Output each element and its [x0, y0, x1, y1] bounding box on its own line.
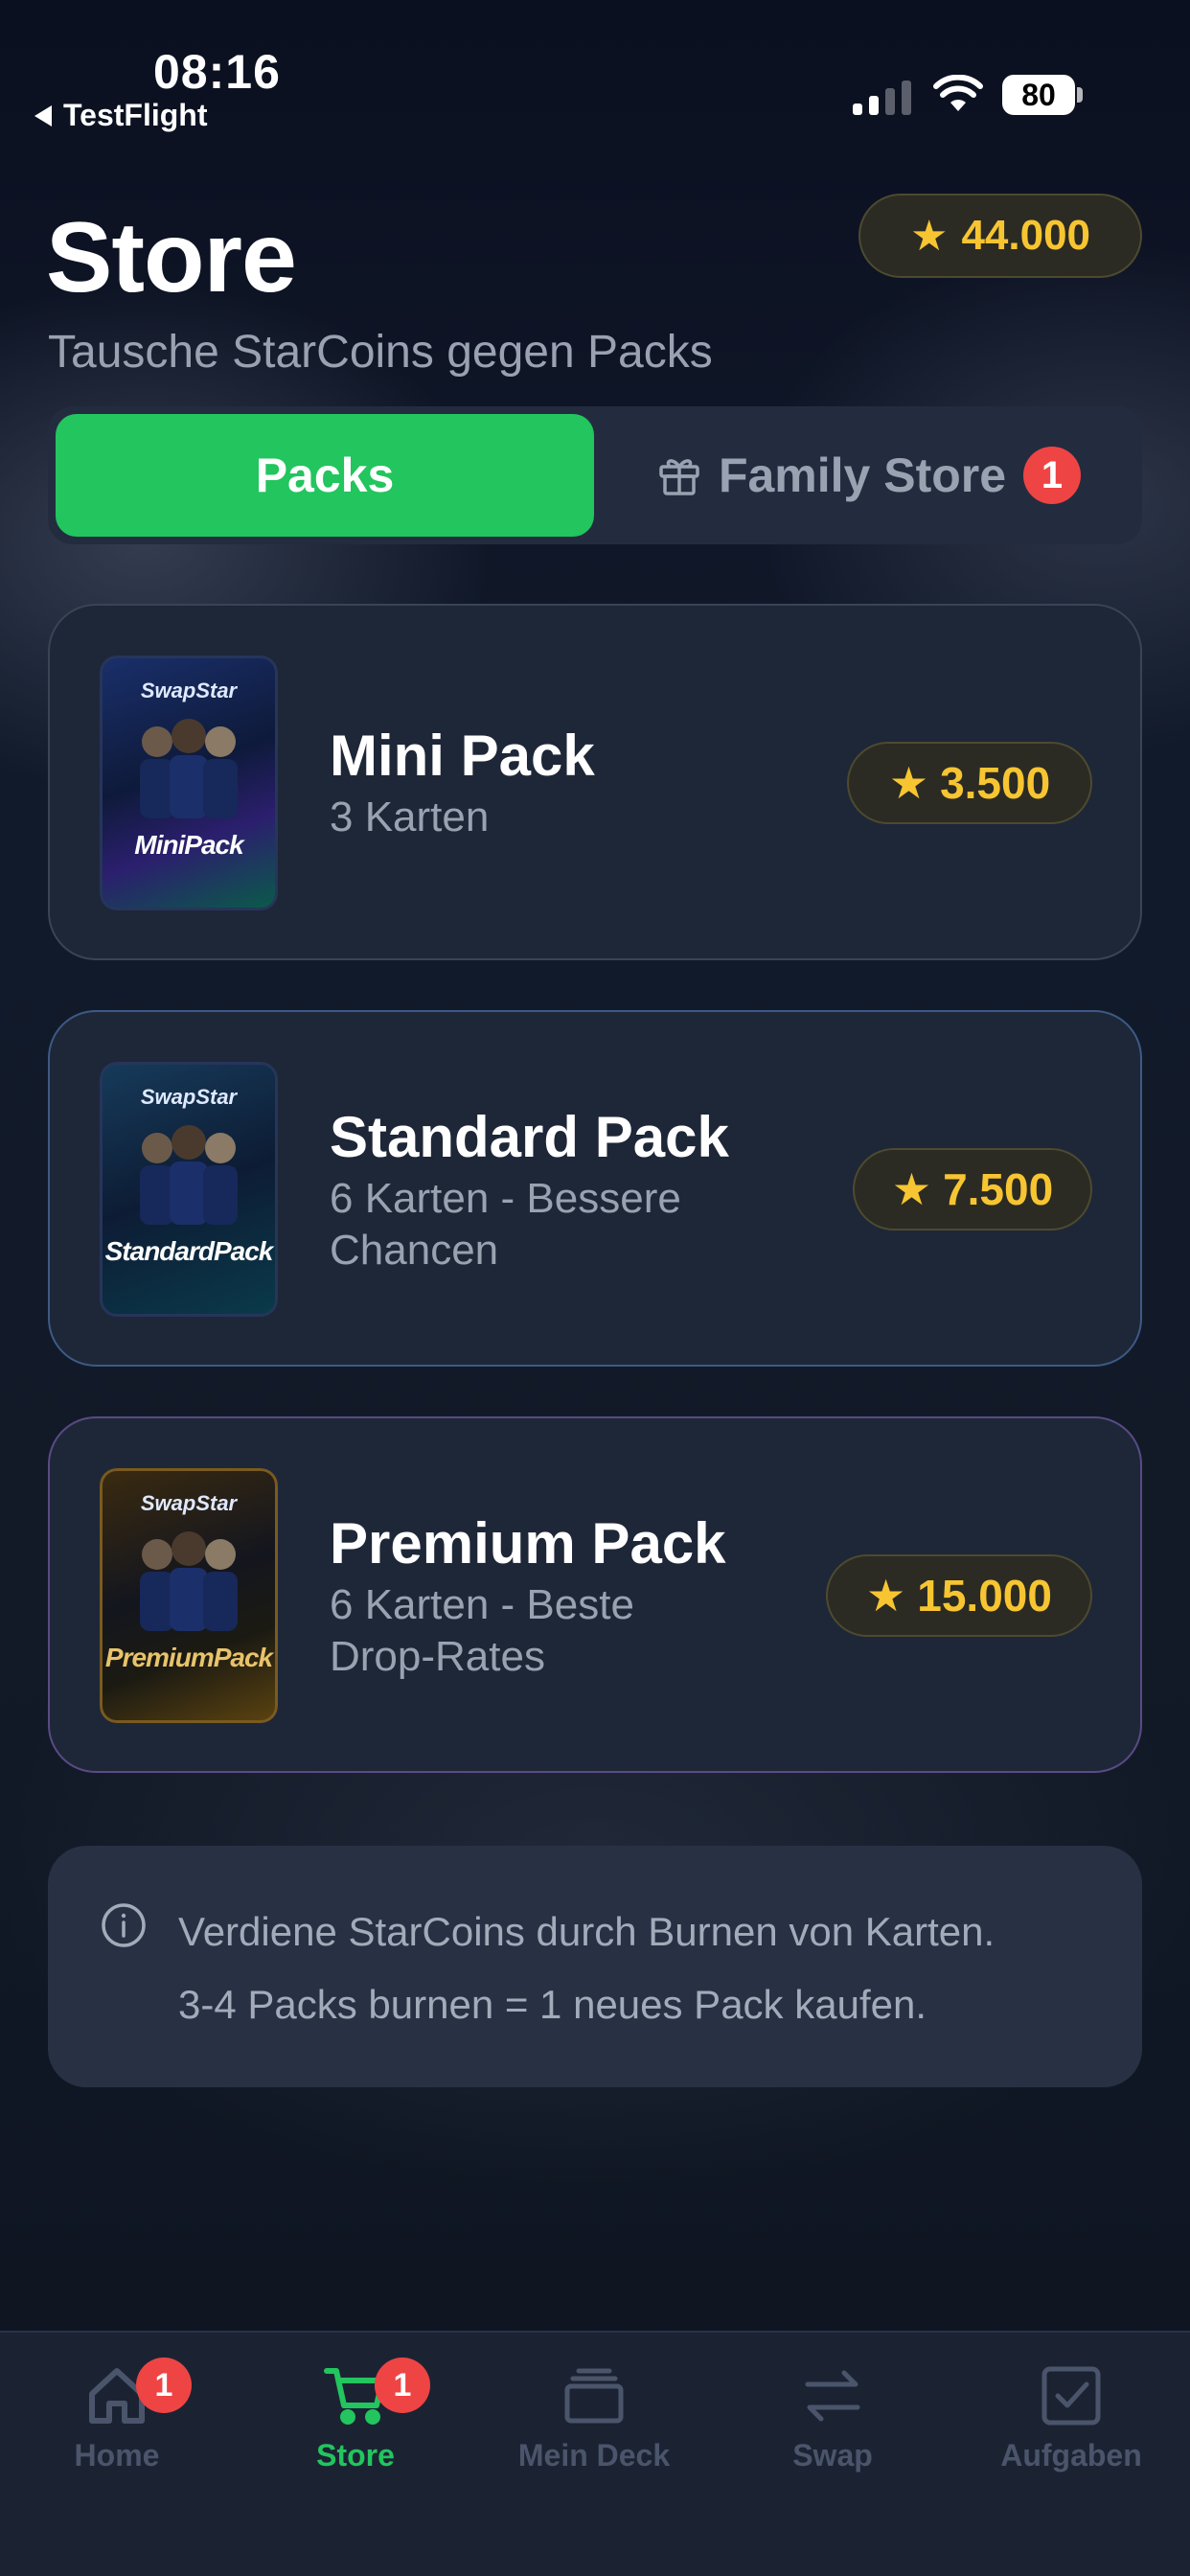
status-time: 08:16: [153, 45, 281, 99]
pack-description: 3 Karten: [330, 794, 490, 840]
star-icon: ★: [909, 212, 949, 260]
players-illustration: [140, 1125, 238, 1225]
page-title: Store: [46, 202, 297, 313]
info-icon: [102, 1903, 146, 1947]
tabbar-item-swap[interactable]: Swap: [737, 2361, 928, 2473]
back-app-label: TestFlight: [63, 98, 208, 132]
battery-nub: [1077, 87, 1083, 103]
info-line-1: Verdiene StarCoins durch Burnen von Kart…: [178, 1909, 995, 1954]
back-to-app-link[interactable]: TestFlight: [34, 98, 208, 133]
price-value: 7.500: [943, 1164, 1054, 1214]
starcoin-balance: ★ 44.000: [858, 194, 1142, 278]
tasks-icon: [1041, 2366, 1101, 2426]
pack-name: Standard Pack: [330, 1105, 729, 1169]
tabbar-item-store[interactable]: Store 1: [260, 2358, 451, 2473]
standard-pack-image: SwapStar StandardPack: [100, 1062, 278, 1317]
pack-card-mini[interactable]: SwapStar MiniPack Mini Pack 3 Karten ★ 3…: [48, 604, 1142, 960]
pack-brand-text: SwapStar: [140, 1085, 238, 1109]
players-illustration: [140, 719, 238, 818]
star-icon: ★: [866, 1571, 906, 1621]
tabbar-item-home[interactable]: Home 1: [21, 2358, 213, 2473]
star-icon: ★: [891, 1164, 932, 1214]
info-text: Verdiene StarCoins durch Burnen von Kart…: [178, 1896, 995, 2041]
pack-card-premium[interactable]: SwapStar PremiumPack Premium Pack 6 Kart…: [48, 1416, 1142, 1773]
tab-label: Store: [316, 2438, 395, 2472]
pack-label-text: PremiumPack: [104, 1643, 273, 1672]
pack-description: 6 Karten - Bessere Chancen: [330, 1175, 681, 1274]
bottom-tab-bar: Home 1 Store 1 Mein Deck Swap Aufgaben: [0, 2331, 1190, 2576]
tab-label: Swap: [792, 2438, 873, 2472]
mini-pack-image: SwapStar MiniPack: [100, 656, 278, 910]
tab-family-store-label: Family Store: [718, 448, 1007, 502]
tabbar-item-aufgaben[interactable]: Aufgaben: [975, 2361, 1167, 2473]
pack-brand-text: SwapStar: [140, 1491, 238, 1515]
store-badge: 1: [375, 2358, 430, 2413]
tab-label: Mein Deck: [517, 2438, 671, 2472]
tabbar-item-mein-deck[interactable]: Mein Deck: [498, 2361, 690, 2473]
tab-packs[interactable]: Packs: [56, 414, 594, 537]
price-value: 15.000: [917, 1571, 1052, 1621]
price-button[interactable]: ★ 15.000: [826, 1554, 1092, 1637]
wifi-icon: [933, 75, 983, 111]
price-value: 3.500: [940, 758, 1051, 808]
family-store-badge: 1: [1023, 447, 1082, 504]
tab-family-store[interactable]: Family Store 1: [604, 414, 1134, 537]
back-arrow-icon: [34, 104, 52, 126]
home-badge: 1: [136, 2358, 192, 2413]
price-button[interactable]: ★ 3.500: [847, 742, 1092, 824]
cellular-signal-icon: [853, 80, 911, 115]
tab-label: Aufgaben: [1000, 2438, 1142, 2472]
premium-pack-image: SwapStar PremiumPack: [100, 1468, 278, 1723]
players-illustration: [140, 1531, 238, 1631]
tab-label: Home: [74, 2438, 160, 2472]
pack-label-text: MiniPack: [134, 830, 243, 860]
page-subtitle: Tausche StarCoins gegen Packs: [48, 327, 713, 378]
star-icon: ★: [888, 758, 929, 808]
pack-brand-text: SwapStar: [140, 678, 238, 702]
pack-description: 6 Karten - Beste Drop-Rates: [330, 1581, 634, 1680]
pack-card-standard[interactable]: SwapStar StandardPack Standard Pack 6 Ka…: [48, 1010, 1142, 1367]
info-line-2: 3-4 Packs burnen = 1 neues Pack kaufen.: [178, 1982, 927, 2027]
pack-name: Mini Pack: [330, 724, 595, 788]
gift-icon: [659, 459, 699, 495]
swap-icon: [805, 2370, 860, 2422]
pack-name: Premium Pack: [330, 1511, 726, 1576]
deck-icon: [564, 2368, 624, 2424]
pack-label-text: StandardPack: [104, 1236, 274, 1266]
battery-indicator: 80: [1002, 75, 1075, 115]
price-button[interactable]: ★ 7.500: [853, 1148, 1092, 1230]
balance-value: 44.000: [961, 212, 1091, 259]
info-box: Verdiene StarCoins durch Burnen von Kart…: [48, 1846, 1142, 2087]
